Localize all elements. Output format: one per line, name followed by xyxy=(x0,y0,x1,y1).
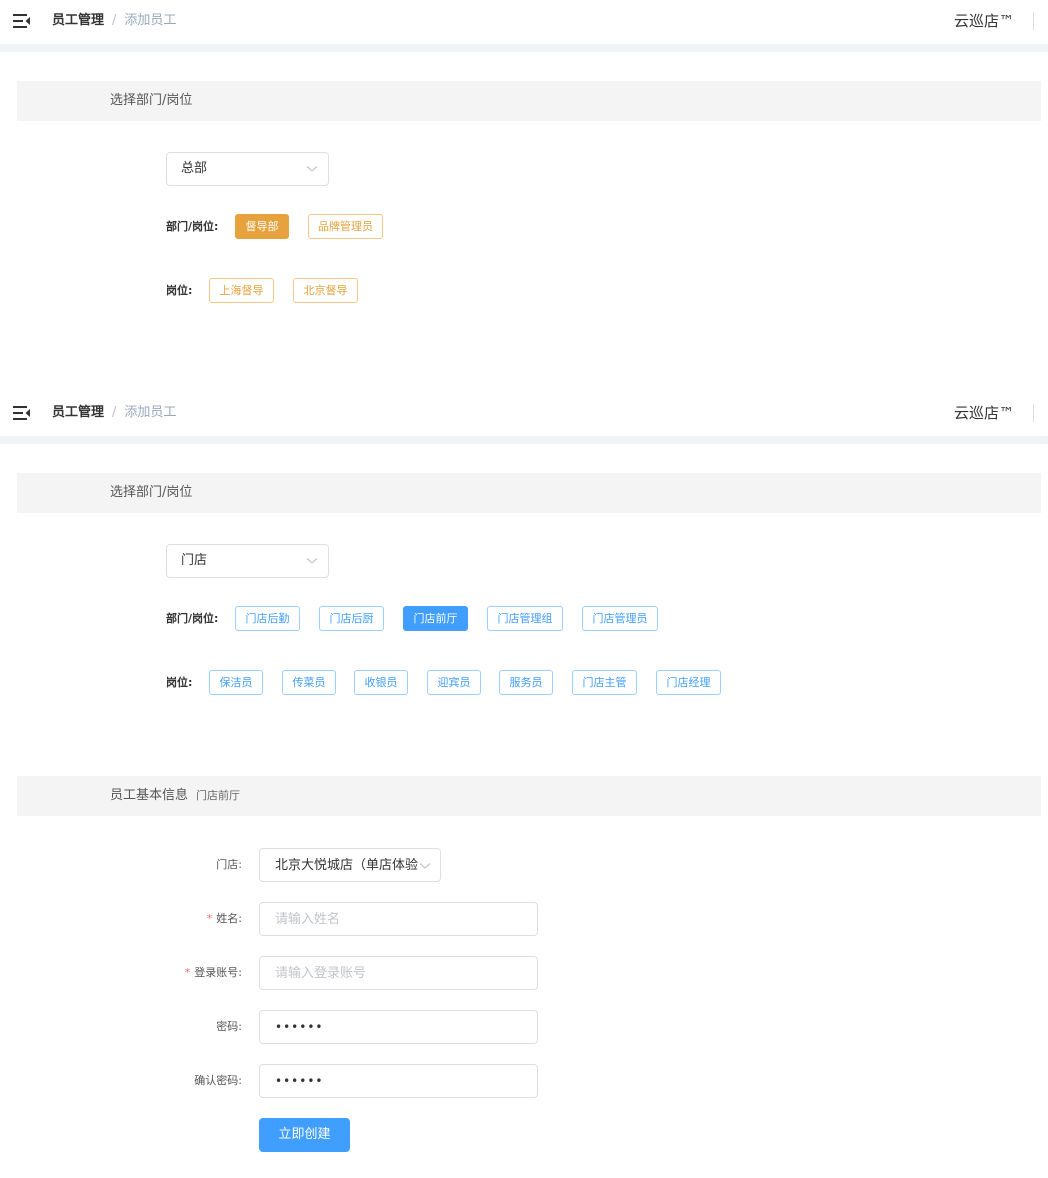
section-header-info: 员工基本信息 门店前厅 xyxy=(17,776,1041,816)
breadcrumb-separator: / xyxy=(112,405,117,420)
post-tag-food-runner[interactable]: 传菜员 xyxy=(282,670,336,695)
name-label-text: 姓名: xyxy=(216,912,242,925)
header-divider xyxy=(1033,12,1034,30)
required-mark: * xyxy=(206,912,213,925)
org-select-value: 总部 xyxy=(181,161,208,176)
account-input[interactable]: 请输入登录账号 xyxy=(259,956,538,990)
name-input[interactable]: 请输入姓名 xyxy=(259,902,538,936)
required-mark: * xyxy=(184,966,191,979)
post-tag-cashier[interactable]: 收银员 xyxy=(354,670,408,695)
org-select[interactable]: 总部 xyxy=(166,152,329,186)
post-tag-greeter[interactable]: 迎宾员 xyxy=(427,670,481,695)
dept-tag-store-logistics[interactable]: 门店后勤 xyxy=(235,606,300,631)
breadcrumb-current: 添加员工 xyxy=(124,405,177,420)
dept-tag-supervision[interactable]: 督导部 xyxy=(235,214,289,239)
menu-fold-icon[interactable] xyxy=(13,13,31,29)
topbar: 员工管理 / 添加员工 云巡店™ xyxy=(0,0,1048,44)
breadcrumb-root[interactable]: 员工管理 xyxy=(52,405,104,420)
topbar: 员工管理 / 添加员工 云巡店™ xyxy=(0,392,1048,436)
section-header-dept: 选择部门/岗位 xyxy=(17,81,1041,121)
post-label: 岗位: xyxy=(166,284,193,297)
info-subtitle: 门店前厅 xyxy=(196,789,241,802)
store-label: 门店: xyxy=(216,858,242,871)
dept-tag-store-mgmt-group[interactable]: 门店管理组 xyxy=(487,606,563,631)
breadcrumb-current: 添加员工 xyxy=(124,13,177,28)
account-label: * 登录账号: xyxy=(0,966,242,980)
info-title: 员工基本信息 xyxy=(110,788,189,803)
password-value: •••••• xyxy=(275,1020,324,1034)
create-now-button[interactable]: 立即创建 xyxy=(259,1118,350,1152)
store-select[interactable]: 北京大悦城店（单店体验 xyxy=(259,848,441,882)
header-divider xyxy=(1033,404,1034,422)
breadcrumb: 员工管理 / 添加员工 xyxy=(52,404,176,422)
org-select[interactable]: 门店 xyxy=(166,544,329,578)
password-input[interactable]: •••••• xyxy=(259,1010,538,1044)
dept-tag-store-front[interactable]: 门店前厅 xyxy=(403,606,468,631)
header-band xyxy=(0,436,1048,444)
post-tag-waiter[interactable]: 服务员 xyxy=(499,670,553,695)
dept-tag-brand-admin[interactable]: 品牌管理员 xyxy=(308,214,383,239)
account-label-text: 登录账号: xyxy=(194,966,242,979)
dept-label: 部门/岗位: xyxy=(166,220,219,233)
post-label: 岗位: xyxy=(166,676,193,689)
section-title: 员工基本信息 门店前厅 xyxy=(110,788,240,804)
confirm-password-input[interactable]: •••••• xyxy=(259,1064,538,1098)
chevron-down-icon xyxy=(306,558,318,564)
dept-tag-store-admin[interactable]: 门店管理员 xyxy=(582,606,658,631)
name-placeholder: 请输入姓名 xyxy=(275,912,341,927)
confirm-password-label: 确认密码: xyxy=(194,1074,242,1087)
header-band xyxy=(0,44,1048,52)
section-header-dept: 选择部门/岗位 xyxy=(17,473,1041,513)
chevron-down-icon xyxy=(306,166,318,172)
store-select-value: 北京大悦城店（单店体验 xyxy=(275,858,419,873)
breadcrumb-root[interactable]: 员工管理 xyxy=(52,13,104,28)
org-select-value: 门店 xyxy=(181,553,208,568)
breadcrumb: 员工管理 / 添加员工 xyxy=(52,12,176,30)
brand-name: 云巡店™ xyxy=(953,12,1014,30)
password-label: 密码: xyxy=(216,1020,242,1033)
menu-fold-icon[interactable] xyxy=(13,405,31,421)
name-label: * 姓名: xyxy=(0,912,242,926)
screen-headquarters: 员工管理 / 添加员工 云巡店™ 选择部门/岗位 总部 部门/岗位: 督导部 品牌管… xyxy=(0,0,1048,392)
post-tag-shanghai[interactable]: 上海督导 xyxy=(209,278,274,303)
confirm-password-value: •••••• xyxy=(275,1074,324,1088)
brand-name: 云巡店™ xyxy=(953,404,1014,422)
account-placeholder: 请输入登录账号 xyxy=(275,966,367,981)
section-title: 选择部门/岗位 xyxy=(110,485,193,500)
post-tag-cleaner[interactable]: 保洁员 xyxy=(209,670,263,695)
post-tag-store-manager[interactable]: 门店经理 xyxy=(656,670,721,695)
breadcrumb-separator: / xyxy=(112,13,117,28)
section-title: 选择部门/岗位 xyxy=(110,93,193,108)
dept-label: 部门/岗位: xyxy=(166,612,219,625)
post-tag-beijing[interactable]: 北京督导 xyxy=(293,278,358,303)
post-tag-store-supervisor[interactable]: 门店主管 xyxy=(572,670,637,695)
screen-store: 员工管理 / 添加员工 云巡店™ 选择部门/岗位 门店 部门/岗位: 门店后勤 门店… xyxy=(0,392,1048,1178)
chevron-down-icon xyxy=(419,862,431,870)
dept-tag-store-kitchen[interactable]: 门店后厨 xyxy=(319,606,384,631)
